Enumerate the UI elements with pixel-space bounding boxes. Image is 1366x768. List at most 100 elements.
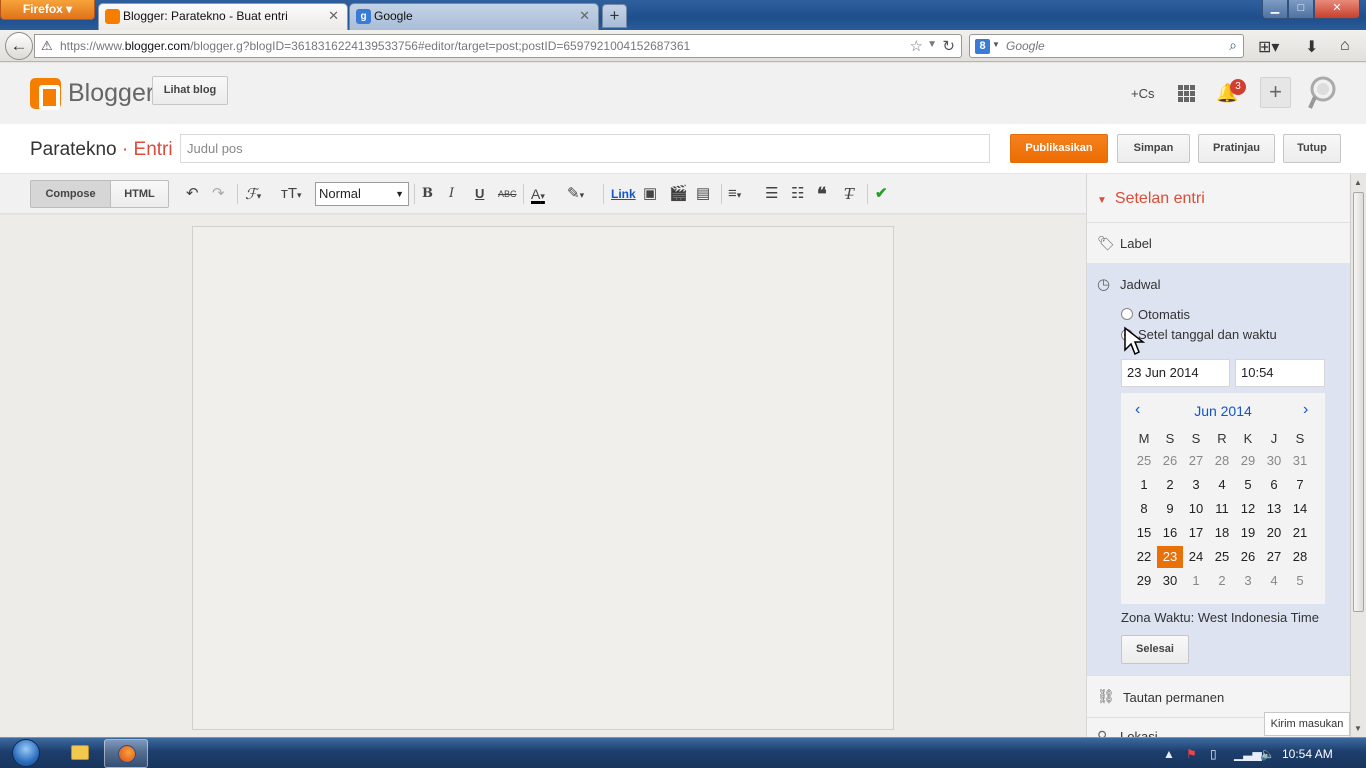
image-icon[interactable]: ▣ (643, 184, 657, 204)
publish-button[interactable]: Publikasikan (1010, 134, 1108, 163)
calendar-day[interactable]: 22 (1131, 546, 1157, 568)
calendar-day[interactable]: 2 (1157, 474, 1183, 496)
avatar[interactable] (1307, 75, 1339, 111)
post-title-input[interactable]: Judul pos (180, 134, 990, 163)
google-plus-link[interactable]: +Cs (1131, 86, 1154, 101)
tab-blogger[interactable]: Blogger: Paratekno - Buat entri ✕ (98, 3, 348, 30)
calendar-day[interactable]: 6 (1261, 474, 1287, 496)
calendar-day[interactable]: 24 (1183, 546, 1209, 568)
taskbar-clock[interactable]: 10:54 AM (1282, 747, 1333, 761)
redo-icon[interactable]: ↷ (212, 184, 225, 204)
jump-break-icon[interactable]: ▤ (696, 184, 710, 204)
strikethrough-icon[interactable]: ABC (498, 184, 517, 204)
calendar-day[interactable]: 7 (1287, 474, 1313, 496)
tray-expand-icon[interactable]: ▲ (1163, 747, 1175, 761)
scroll-up-icon[interactable]: ▲ (1354, 178, 1362, 187)
network-signal-icon[interactable]: ▁▃▅ (1234, 747, 1262, 761)
calendar-day[interactable]: 30 (1157, 570, 1183, 592)
calendar-day[interactable]: 2 (1209, 570, 1235, 592)
url-text[interactable]: https://www.blogger.com/blogger.g?blogID… (60, 39, 690, 53)
taskbar-firefox[interactable] (104, 739, 148, 768)
calendar-day[interactable]: 4 (1261, 570, 1287, 592)
post-body-editor[interactable] (192, 226, 894, 730)
bulleted-list-icon[interactable]: ☷ (791, 184, 804, 204)
font-size-icon[interactable]: ᴛT▾ (281, 184, 302, 204)
search-box[interactable]: 8 ▼ Google ⌕ (969, 34, 1244, 58)
radio-automatic-label[interactable]: Otomatis (1138, 307, 1190, 322)
numbered-list-icon[interactable]: ☰ (765, 184, 778, 204)
underline-icon[interactable]: U (475, 184, 484, 204)
calendar-day[interactable]: 1 (1131, 474, 1157, 496)
scroll-down-icon[interactable]: ▼ (1354, 724, 1362, 733)
apps-grid-icon[interactable] (1178, 85, 1195, 102)
close-window-button[interactable]: ✕ (1314, 0, 1360, 19)
date-field[interactable]: 23 Jun 2014 (1121, 359, 1230, 387)
bold-icon[interactable]: B (422, 184, 433, 204)
calendar-day[interactable]: 14 (1287, 498, 1313, 520)
back-arrow-icon[interactable]: ← (5, 32, 33, 60)
new-tab-button[interactable]: + (602, 4, 627, 28)
next-month-button[interactable]: › (1303, 401, 1308, 419)
blog-name[interactable]: Paratekno (30, 139, 117, 160)
calendar-day[interactable]: 26 (1235, 546, 1261, 568)
save-button[interactable]: Simpan (1117, 134, 1190, 163)
search-icon[interactable]: ⌕ (1229, 37, 1237, 54)
video-icon[interactable]: 🎬 (669, 184, 688, 204)
close-tab-icon[interactable]: ✕ (579, 4, 590, 28)
engine-dropdown-icon[interactable]: ▼ (992, 40, 1000, 49)
spellcheck-icon[interactable]: ✔ (875, 184, 888, 204)
calendar-day[interactable]: 20 (1261, 522, 1287, 544)
calendar-day[interactable]: 16 (1157, 522, 1183, 544)
power-icon[interactable]: ▯ (1210, 747, 1217, 761)
history-dropdown-icon[interactable]: ▼ (927, 39, 937, 50)
preview-button[interactable]: Pratinjau (1198, 134, 1275, 163)
html-mode-button[interactable]: HTML (110, 180, 169, 208)
radio-automatic[interactable] (1121, 308, 1133, 320)
settings-row-permalink[interactable]: ⛓ Tautan permanen (1087, 675, 1351, 717)
calendar-day[interactable]: 25 (1209, 546, 1235, 568)
volume-icon[interactable]: 🔈 (1260, 747, 1275, 761)
view-blog-button[interactable]: Lihat blog (152, 76, 228, 105)
post-settings-title[interactable]: ▼ Setelan entri (1097, 190, 1205, 208)
calendar-day[interactable]: 23 (1157, 546, 1183, 568)
send-feedback-button[interactable]: Kirim masukan (1264, 712, 1350, 736)
blogger-brand[interactable]: Blogger (68, 79, 154, 108)
calendar-day[interactable]: 27 (1261, 546, 1287, 568)
section-name[interactable]: Entri (134, 139, 173, 160)
downloads-icon[interactable]: ⬇ (1305, 37, 1318, 57)
radio-set-date-time-label[interactable]: Setel tanggal dan waktu (1138, 327, 1277, 342)
calendar-day[interactable]: 31 (1287, 450, 1313, 472)
warning-triangle-icon[interactable]: ⚠ (41, 38, 53, 54)
action-center-icon[interactable]: ⚑ (1186, 747, 1197, 761)
done-button[interactable]: Selesai (1121, 635, 1189, 664)
firefox-menu-button[interactable]: Firefox ▾ (0, 0, 95, 20)
calendar-day[interactable]: 30 (1261, 450, 1287, 472)
settings-row-label[interactable]: 🏷 Label (1087, 222, 1351, 263)
panel-scrollbar[interactable]: ▲ ▼ (1350, 174, 1366, 737)
calendar-day[interactable]: 9 (1157, 498, 1183, 520)
blogger-logo-icon[interactable] (30, 78, 61, 110)
calendar-day[interactable]: 17 (1183, 522, 1209, 544)
compose-mode-button[interactable]: Compose (30, 180, 111, 208)
calendar-day[interactable]: 4 (1209, 474, 1235, 496)
bookmarks-menu-icon[interactable]: ⊞▾ (1258, 37, 1279, 57)
calendar-day[interactable]: 10 (1183, 498, 1209, 520)
close-tab-icon[interactable]: ✕ (328, 4, 339, 28)
scrollbar-thumb[interactable] (1353, 192, 1364, 612)
share-plus-button[interactable]: + (1260, 77, 1291, 108)
quote-icon[interactable]: ❝ (817, 184, 827, 204)
font-icon[interactable]: ℱ▾ (245, 184, 261, 204)
google-engine-icon[interactable]: 8 (975, 39, 990, 54)
calendar-day[interactable]: 27 (1183, 450, 1209, 472)
calendar-day[interactable]: 5 (1235, 474, 1261, 496)
taskbar-explorer[interactable] (58, 739, 102, 768)
calendar-day[interactable]: 29 (1235, 450, 1261, 472)
minimize-button[interactable]: ▁ (1262, 0, 1288, 19)
italic-icon[interactable]: I (449, 184, 454, 204)
calendar-day[interactable]: 8 (1131, 498, 1157, 520)
highlight-icon[interactable]: ✎▾ (567, 184, 584, 204)
maximize-button[interactable]: □ (1288, 0, 1314, 19)
calendar-day[interactable]: 26 (1157, 450, 1183, 472)
paragraph-format-select[interactable]: Normal ▼ (315, 182, 409, 206)
notification-count-badge[interactable]: 3 (1230, 79, 1246, 95)
